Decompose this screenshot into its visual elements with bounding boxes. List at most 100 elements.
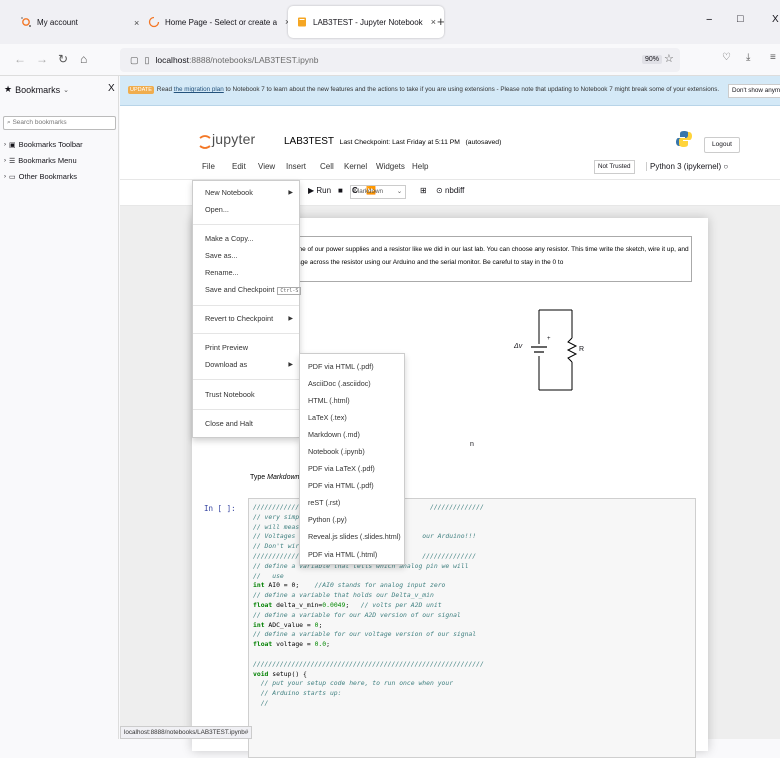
kernel-indicator[interactable]: Python 3 (ipykernel) ○ (646, 162, 728, 171)
logout-button[interactable]: Logout (704, 137, 740, 153)
window-maximize-button[interactable]: □ (737, 13, 744, 25)
download-rest[interactable]: reST (.rst) (308, 498, 340, 507)
command-palette-icon[interactable]: ⊞ (420, 186, 427, 195)
menu-item-open[interactable]: Open... (205, 205, 229, 214)
sidebar-item-other-bookmarks[interactable]: › ▭ Other Bookmarks (4, 172, 77, 181)
chevron-down-icon: ⌄ (396, 188, 402, 195)
tab-my-account[interactable]: My account (20, 6, 78, 38)
sidebar-item-label: Bookmarks Toolbar (18, 140, 83, 149)
page-icon: ▯ (144, 54, 150, 65)
jupyter-logo-text[interactable]: jupyter (212, 131, 255, 147)
download-icon[interactable]: ⤓ (746, 52, 750, 63)
menu-item-label: New Notebook (205, 188, 253, 197)
notebook-name[interactable]: LAB3TEST (284, 136, 334, 147)
menu-item-make-copy[interactable]: Make a Copy... (205, 234, 254, 243)
not-trusted-button[interactable]: Not Trusted (594, 160, 635, 174)
bookmarks-sidebar: ★ Bookmarks ⌄ X ⌕ Search bookmarks › ▣ B… (0, 76, 119, 739)
search-bookmarks-input[interactable]: ⌕ Search bookmarks (3, 116, 116, 130)
sidebar-close-button[interactable]: X (108, 83, 115, 94)
sidebar-item-bookmarks-toolbar[interactable]: › ▣ Bookmarks Toolbar (4, 140, 83, 149)
download-pdf-html[interactable]: PDF via HTML (.pdf) (308, 362, 374, 371)
cell-type-value: Markdown (354, 188, 384, 195)
download-pdf-html-2[interactable]: PDF via HTML (.pdf) (308, 481, 374, 490)
download-markdown[interactable]: Markdown (.md) (308, 430, 360, 439)
download-reveal-slides[interactable]: Reveal.js slides (.slides.html) (308, 532, 401, 541)
window-close-button[interactable]: X (772, 14, 779, 25)
menu-kernel[interactable]: Kernel (344, 162, 367, 171)
python-logo-icon (676, 130, 692, 150)
chevron-right-icon: › (4, 173, 6, 180)
menu-cell[interactable]: Cell (320, 162, 334, 171)
menu-item-close-halt[interactable]: Close and Halt (205, 419, 253, 428)
menu-item-print-preview[interactable]: Print Preview (205, 343, 248, 352)
dont-show-anymore-button[interactable]: Don't show anymore (728, 84, 780, 98)
reload-icon[interactable]: ↻ (58, 52, 68, 66)
sidebar-item-bookmarks-menu[interactable]: › ☰ Bookmarks Menu (4, 156, 77, 165)
download-asciidoc[interactable]: AsciiDoc (.asciidoc) (308, 379, 371, 388)
tab-home-page[interactable]: Home Page - Select or create a... × (148, 6, 290, 38)
submenu-arrow-icon: ▶ (288, 190, 293, 196)
back-arrow-icon[interactable]: ← (14, 52, 26, 66)
shortcut-badge: Ctrl-S (277, 287, 302, 295)
menu-item-download-as[interactable]: Download as (205, 360, 247, 369)
play-icon: ▶ (308, 186, 315, 195)
new-tab-button[interactable]: + (437, 14, 445, 29)
menu-help[interactable]: Help (412, 162, 428, 171)
menu-item-new-notebook[interactable]: New Notebook (205, 188, 253, 197)
menu-icon[interactable]: ≡ (770, 52, 776, 63)
markdown-cell[interactable]: ild a circuit with one of our power supp… (244, 236, 692, 282)
menu-item-save-checkpoint[interactable]: Save and Checkpoint Ctrl-S (205, 285, 302, 295)
submenu-arrow-icon: ▶ (288, 362, 293, 368)
circuit-r-label: R (579, 346, 585, 353)
folder-icon: ▭ (9, 173, 16, 181)
tab-lab3test[interactable]: LAB3TEST - Jupyter Notebook × (288, 6, 444, 38)
migration-plan-link[interactable]: the migration plan (174, 86, 224, 93)
tab-close-icon[interactable]: × (431, 17, 436, 27)
forward-arrow-icon[interactable]: → (36, 52, 48, 66)
tab-close-icon[interactable]: × (134, 18, 139, 28)
kernel-idle-icon: ○ (723, 162, 729, 171)
cell-type-select[interactable]: Markdown ⌄ (350, 185, 406, 199)
update-tag: UPDATE (128, 86, 154, 94)
search-icon: ⌕ (7, 119, 11, 126)
download-notebook[interactable]: Notebook (.ipynb) (308, 447, 365, 456)
stop-icon[interactable]: ■ (338, 186, 343, 195)
menu-insert[interactable]: Insert (286, 162, 306, 171)
browser-tab-bar: My account × Home Page - Select or creat… (0, 0, 780, 44)
sidebar-title: Bookmarks (15, 84, 61, 95)
shield-icon: ▢ (130, 54, 139, 65)
menu-widgets[interactable]: Widgets (376, 162, 405, 171)
menu-edit[interactable]: Edit (232, 162, 246, 171)
menu-file[interactable]: File (202, 162, 215, 171)
banner-text-pre: Read (156, 86, 174, 93)
star-icon: ★ (4, 84, 13, 94)
download-pdf-latex[interactable]: PDF via LaTeX (.pdf) (308, 464, 375, 473)
sidebar-header[interactable]: ★ Bookmarks ⌄ (4, 84, 69, 95)
jupyter-favicon-icon (20, 16, 32, 28)
type-pre: Type (250, 474, 268, 481)
nbdiff-label: nbdiff (444, 186, 465, 195)
pocket-icon[interactable]: ♡ (722, 52, 731, 63)
bookmark-star-icon[interactable]: ☆ (664, 52, 674, 65)
menu-item-save-as[interactable]: Save as... (205, 251, 237, 260)
menu-view[interactable]: View (258, 162, 275, 171)
menu-item-trust-notebook[interactable]: Trust Notebook (205, 390, 255, 399)
url-host: localhost (155, 55, 190, 65)
notebook-title-area: LAB3TEST Last Checkpoint: Last Friday at… (284, 136, 501, 147)
download-html[interactable]: HTML (.html) (308, 396, 350, 405)
download-pdf-html-3[interactable]: PDF via HTML (.html) (308, 550, 377, 559)
download-python[interactable]: Python (.py) (308, 515, 347, 524)
menu-item-revert-checkpoint[interactable]: Revert to Checkpoint (205, 314, 273, 323)
run-button[interactable]: ▶ Run (308, 186, 331, 195)
jupyter-logo-icon[interactable] (198, 134, 212, 152)
menu-divider (193, 379, 299, 380)
home-icon[interactable]: ⌂ (80, 52, 87, 66)
update-banner: UPDATE Read the migration plan to Noteboo… (120, 76, 780, 106)
menu-item-rename[interactable]: Rename... (205, 268, 239, 277)
url-bar[interactable]: ▢ ▯ localhost :8888/notebooks/LAB3TEST.i… (120, 48, 680, 72)
nbdiff-button[interactable]: ⊙ nbdiff (436, 186, 464, 195)
circuit-plus-label: + (547, 336, 551, 342)
window-minimize-button[interactable]: − (706, 14, 712, 26)
download-latex[interactable]: LaTeX (.tex) (308, 413, 347, 422)
zoom-badge[interactable]: 90% (642, 55, 663, 64)
